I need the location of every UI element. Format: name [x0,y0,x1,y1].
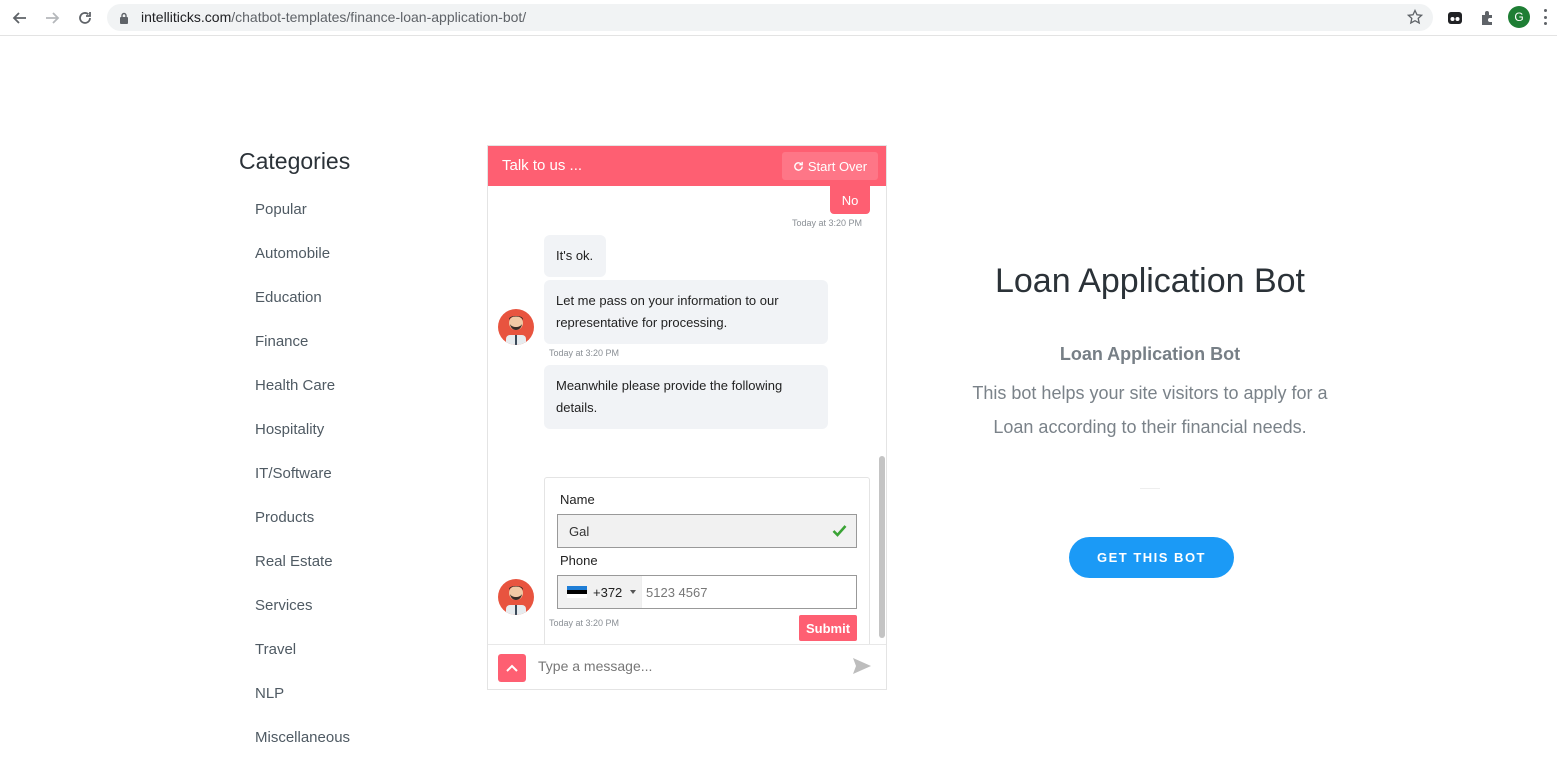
category-item-health-care[interactable]: Health Care [255,374,350,418]
category-item-services[interactable]: Services [255,594,350,638]
page-title: Loan Application Bot [994,262,1306,300]
browser-menu-icon[interactable] [1544,9,1548,25]
chevron-down-icon [630,590,636,594]
category-item-miscellaneous[interactable]: Miscellaneous [255,726,350,770]
puzzle-icon[interactable] [1476,7,1498,29]
chat-composer: Type a message... [488,644,886,689]
estonia-flag-icon [567,586,587,598]
category-item-real-estate[interactable]: Real Estate [255,550,350,594]
category-item-products[interactable]: Products [255,506,350,550]
phone-field[interactable]: +372 5123 4567 [557,575,857,609]
name-value: Gal [569,524,590,539]
bot-message: Meanwhile please provide the following d… [544,365,828,429]
category-list: Popular Automobile Education Finance Hea… [255,198,350,770]
get-this-bot-button[interactable]: GET THIS BOT [1069,537,1234,578]
category-item-finance[interactable]: Finance [255,330,350,374]
category-item-automobile[interactable]: Automobile [255,242,350,286]
name-label: Name [560,492,595,507]
start-over-button[interactable]: Start Over [782,152,878,180]
chat-widget: Talk to us ... Start Over No Today at 3:… [487,145,887,690]
bot-avatar [498,309,534,345]
send-icon[interactable] [852,657,872,680]
category-item-education[interactable]: Education [255,286,350,330]
checkmark-icon [832,524,847,540]
chat-title: Talk to us ... [502,157,583,174]
bot-message-timestamp: Today at 3:20 PM [549,348,620,358]
expand-options-button[interactable] [498,654,526,682]
start-over-label: Start Over [807,158,868,174]
refresh-icon [794,161,803,171]
country-code-selector[interactable]: +372 [558,576,642,608]
message-input[interactable]: Type a message... [538,658,652,674]
submit-button[interactable]: Submit [799,615,857,641]
profile-avatar[interactable]: G [1508,6,1530,28]
category-item-popular[interactable]: Popular [255,198,350,242]
browser-toolbar: intelliticks.com/chatbot-templates/finan… [0,0,1557,36]
category-item-hospitality[interactable]: Hospitality [255,418,350,462]
divider [1140,488,1160,489]
lock-icon [119,11,129,29]
name-field[interactable]: Gal [557,514,857,548]
bot-message: It's ok. [544,235,606,277]
bot-message-timestamp: Today at 3:20 PM [549,618,620,628]
user-message-timestamp: Today at 3:20 PM [792,218,863,228]
category-item-travel[interactable]: Travel [255,638,350,682]
category-item-nlp[interactable]: NLP [255,682,350,726]
address-bar[interactable]: intelliticks.com/chatbot-templates/finan… [107,4,1433,31]
bot-description: This bot helps your site visitors to app… [972,383,1328,437]
chat-messages[interactable]: No Today at 3:20 PM It's ok. Let me pass… [488,186,886,644]
back-icon[interactable] [8,6,32,30]
categories-heading: Categories [239,148,351,174]
chat-scrollbar[interactable] [879,456,885,638]
reload-icon[interactable] [73,6,97,30]
forward-icon[interactable] [40,6,64,30]
bot-subtitle: Loan Application Bot [1059,344,1241,364]
bookmark-star-icon[interactable] [1406,8,1424,30]
extension-icon[interactable] [1444,7,1466,29]
chat-header: Talk to us ... Start Over [488,146,886,186]
phone-label: Phone [560,553,598,568]
user-message: No [830,186,870,214]
url-text: intelliticks.com/chatbot-templates/finan… [141,9,527,25]
chevron-up-icon [506,664,518,672]
phone-placeholder: 5123 4567 [646,585,708,600]
bot-message: Let me pass on your information to our r… [544,280,828,344]
dial-code: +372 [593,585,623,600]
bot-avatar [498,579,534,615]
category-item-it-software[interactable]: IT/Software [255,462,350,506]
